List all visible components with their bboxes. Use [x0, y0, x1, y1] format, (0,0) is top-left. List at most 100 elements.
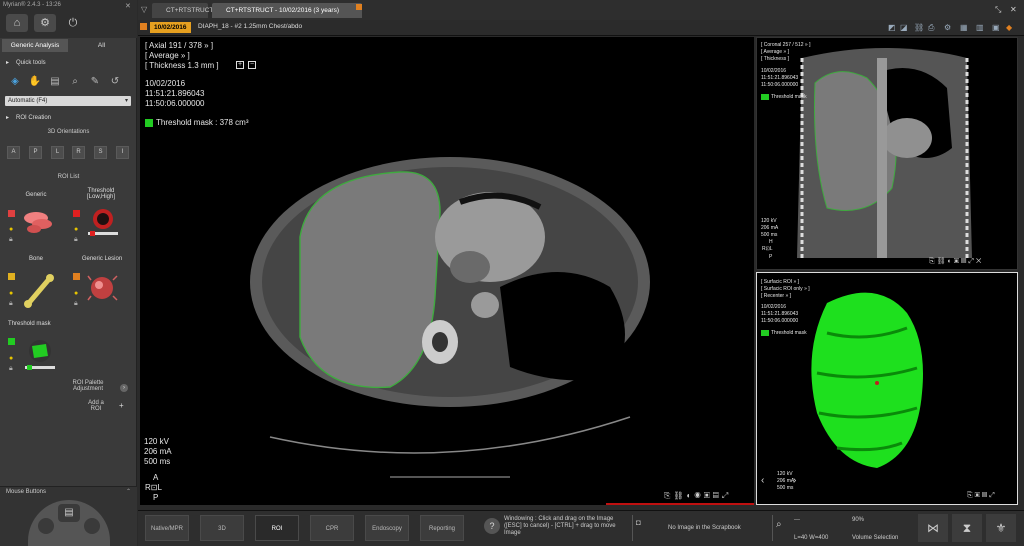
sync-2-icon[interactable]: ◪	[900, 23, 908, 32]
coronal-slice-info[interactable]: [ Coronal 257 / 512 » ]	[761, 42, 810, 48]
zoom-icon[interactable]: ⌕	[776, 519, 782, 530]
selection-mode: Volume Selection	[852, 535, 899, 541]
butterfly-icon[interactable]: ⚜	[986, 514, 1016, 542]
reset-tool-icon[interactable]: ↺	[108, 75, 122, 89]
power-icon[interactable]: ⏻	[62, 14, 84, 32]
close-window-icon[interactable]: ✕	[1010, 5, 1017, 14]
dropdown-value: Automatic (F4)	[8, 98, 48, 104]
roi-lesion-color[interactable]	[73, 273, 80, 280]
tab-ct-rtstruct-dated[interactable]: CT+RTSTRUCT - 10/02/2016 (3 years)	[212, 3, 362, 18]
hand-tool-icon[interactable]: ✋	[28, 75, 42, 89]
layout-icon[interactable]: ▥	[976, 23, 984, 32]
threshold-roi-icon[interactable]	[86, 208, 120, 238]
grid-icon[interactable]: ▦	[960, 23, 968, 32]
thickness-minus-button[interactable]: −	[248, 61, 256, 69]
interaction-mode-select[interactable]: Automatic (F4) ▾	[5, 96, 131, 106]
coronal-toolbar[interactable]: ⎘⛓◐▣▤⤢✕	[929, 257, 983, 266]
axial-viewport[interactable]: [ Axial 191 / 378 » ] [ Average » ] [ Th…	[140, 37, 754, 505]
lock-icon[interactable]: 🔒︎	[9, 300, 13, 308]
generic-roi-icon[interactable]	[22, 210, 58, 234]
alert-icon[interactable]: ◆	[1006, 23, 1012, 32]
visibility-bulb-icon[interactable]: ●	[74, 226, 78, 233]
surfacic-roi-only-option[interactable]: [ Surfacic ROI only » ]	[761, 286, 810, 292]
tab-endoscopy[interactable]: Endoscopy	[365, 515, 409, 541]
tab-cpr[interactable]: CPR	[310, 515, 354, 541]
coronal-mask-swatch	[761, 94, 769, 100]
quick-tools-header[interactable]: Quick tools	[0, 58, 137, 69]
bone-roi-icon[interactable]	[22, 272, 58, 308]
orient-p-button[interactable]: P	[29, 146, 42, 159]
roi-generic-label: Generic	[25, 192, 47, 198]
visibility-bulb-icon[interactable]: ●	[9, 226, 13, 233]
tab-roi[interactable]: ROI	[255, 515, 299, 541]
share-icon[interactable]: ⋈	[918, 514, 948, 542]
tab-generic-analysis[interactable]: Generic Analysis	[2, 39, 68, 52]
axial-thickness-info[interactable]: [ Thickness 1.3 mm ]	[145, 61, 219, 71]
fullscreen-icon[interactable]: ⤡	[995, 5, 1001, 15]
viewport-toolbar[interactable]: ⎘⛓◐◉▣▤⤢	[664, 491, 731, 501]
coronal-time-2: 11:50:06.000000	[761, 82, 799, 88]
volume-toolbar[interactable]: ⎘▣▤⤢	[967, 492, 997, 500]
rotate-right-icon[interactable]: ›	[793, 475, 796, 486]
filter-icon[interactable]: ▽	[141, 5, 147, 14]
palette-adjust-icon[interactable]: ›	[120, 384, 128, 392]
help-icon[interactable]: ?	[484, 518, 500, 534]
tab-reporting[interactable]: Reporting	[420, 515, 464, 541]
coronal-average-info[interactable]: [ Average » ]	[761, 49, 789, 55]
zoom-tool-icon[interactable]: ⌕	[68, 75, 82, 89]
orient-i-button[interactable]: I	[116, 146, 129, 159]
link-icon[interactable]: ⛓	[914, 23, 924, 32]
roi-threshold-mask-color[interactable]	[8, 338, 15, 345]
layers-tool-icon[interactable]: ▤	[48, 75, 62, 89]
coronal-viewport[interactable]: [ Coronal 257 / 512 » ] [ Average » ] [ …	[756, 37, 1018, 270]
windowing-tool-icon[interactable]: ◈	[8, 75, 22, 89]
axial-average-info[interactable]: [ Average » ]	[145, 51, 190, 61]
orient-l-button[interactable]: L	[51, 146, 64, 159]
orient-a-button[interactable]: A	[7, 146, 20, 159]
roi-creation-header[interactable]: ROI Creation	[0, 113, 137, 124]
coronal-thickness-info[interactable]: [ Thickness ]	[761, 56, 789, 62]
hourglass-icon[interactable]: ⧗	[952, 514, 982, 542]
tab-native-mpr[interactable]: Native/MPR	[145, 515, 189, 541]
tab-all[interactable]: All	[68, 39, 135, 52]
home-icon[interactable]: ⌂	[6, 14, 28, 32]
orient-r-button[interactable]: R	[72, 146, 85, 159]
axial-mask-volume: Threshold mask : 378 cm³	[156, 118, 249, 127]
volume-date: 10/02/2016	[761, 304, 787, 310]
tab-3d[interactable]: 3D	[200, 515, 244, 541]
zoom-level: 90%	[852, 517, 865, 523]
lock-icon[interactable]: 🔒︎	[9, 236, 13, 244]
surfacic-roi-option[interactable]: [ Surfacic ROI » ]	[761, 279, 799, 285]
lock-icon[interactable]: 🔒︎	[9, 365, 13, 373]
tools-icon[interactable]: ⚙	[34, 14, 56, 32]
roi-generic-color[interactable]	[8, 210, 15, 217]
visibility-bulb-icon[interactable]: ●	[9, 290, 13, 297]
orient-s-button[interactable]: S	[94, 146, 107, 159]
visibility-bulb-icon[interactable]: ●	[9, 355, 13, 362]
visibility-bulb-icon[interactable]: ●	[74, 290, 78, 297]
roi-bone-label: Bone	[28, 256, 43, 262]
tab-ct-rtstruct[interactable]: CT+RTSTRUCT	[152, 3, 213, 18]
rotate-left-icon[interactable]: ‹	[761, 475, 764, 486]
collapse-icon[interactable]: ⌃	[126, 488, 131, 495]
app-version: Myrian® 2.4.3 - 13:26	[3, 2, 61, 8]
volume-viewport[interactable]: [ Surfacic ROI » ] [ Surfacic ROI only »…	[756, 272, 1018, 505]
lock-layout-icon[interactable]: ▣	[992, 23, 1000, 32]
chevron-down-icon: ▾	[124, 98, 128, 104]
thickness-plus-button[interactable]: +	[236, 61, 244, 69]
scrapbook-status: No Image in the Scrapbook	[668, 525, 741, 531]
close-icon[interactable]: ✕	[125, 2, 131, 10]
roi-threshold-color[interactable]	[73, 210, 80, 217]
measure-tool-icon[interactable]: ✎	[88, 75, 102, 89]
roi-bone-color[interactable]	[8, 273, 15, 280]
lock-icon[interactable]: 🔒︎	[74, 300, 78, 308]
lesion-roi-icon[interactable]	[86, 272, 120, 304]
lock-icon[interactable]: 🔒︎	[74, 236, 78, 244]
recenter-option[interactable]: [ Recenter » ]	[761, 293, 791, 299]
sync-icon[interactable]: ◩	[888, 23, 896, 32]
print-icon[interactable]: ⎙	[928, 23, 934, 33]
threshold-mask-roi-icon[interactable]	[22, 338, 58, 372]
settings-icon[interactable]: ⚙	[944, 23, 951, 32]
add-roi-button[interactable]: +	[119, 401, 124, 410]
axial-slice-info[interactable]: [ Axial 191 / 378 » ]	[145, 41, 213, 51]
